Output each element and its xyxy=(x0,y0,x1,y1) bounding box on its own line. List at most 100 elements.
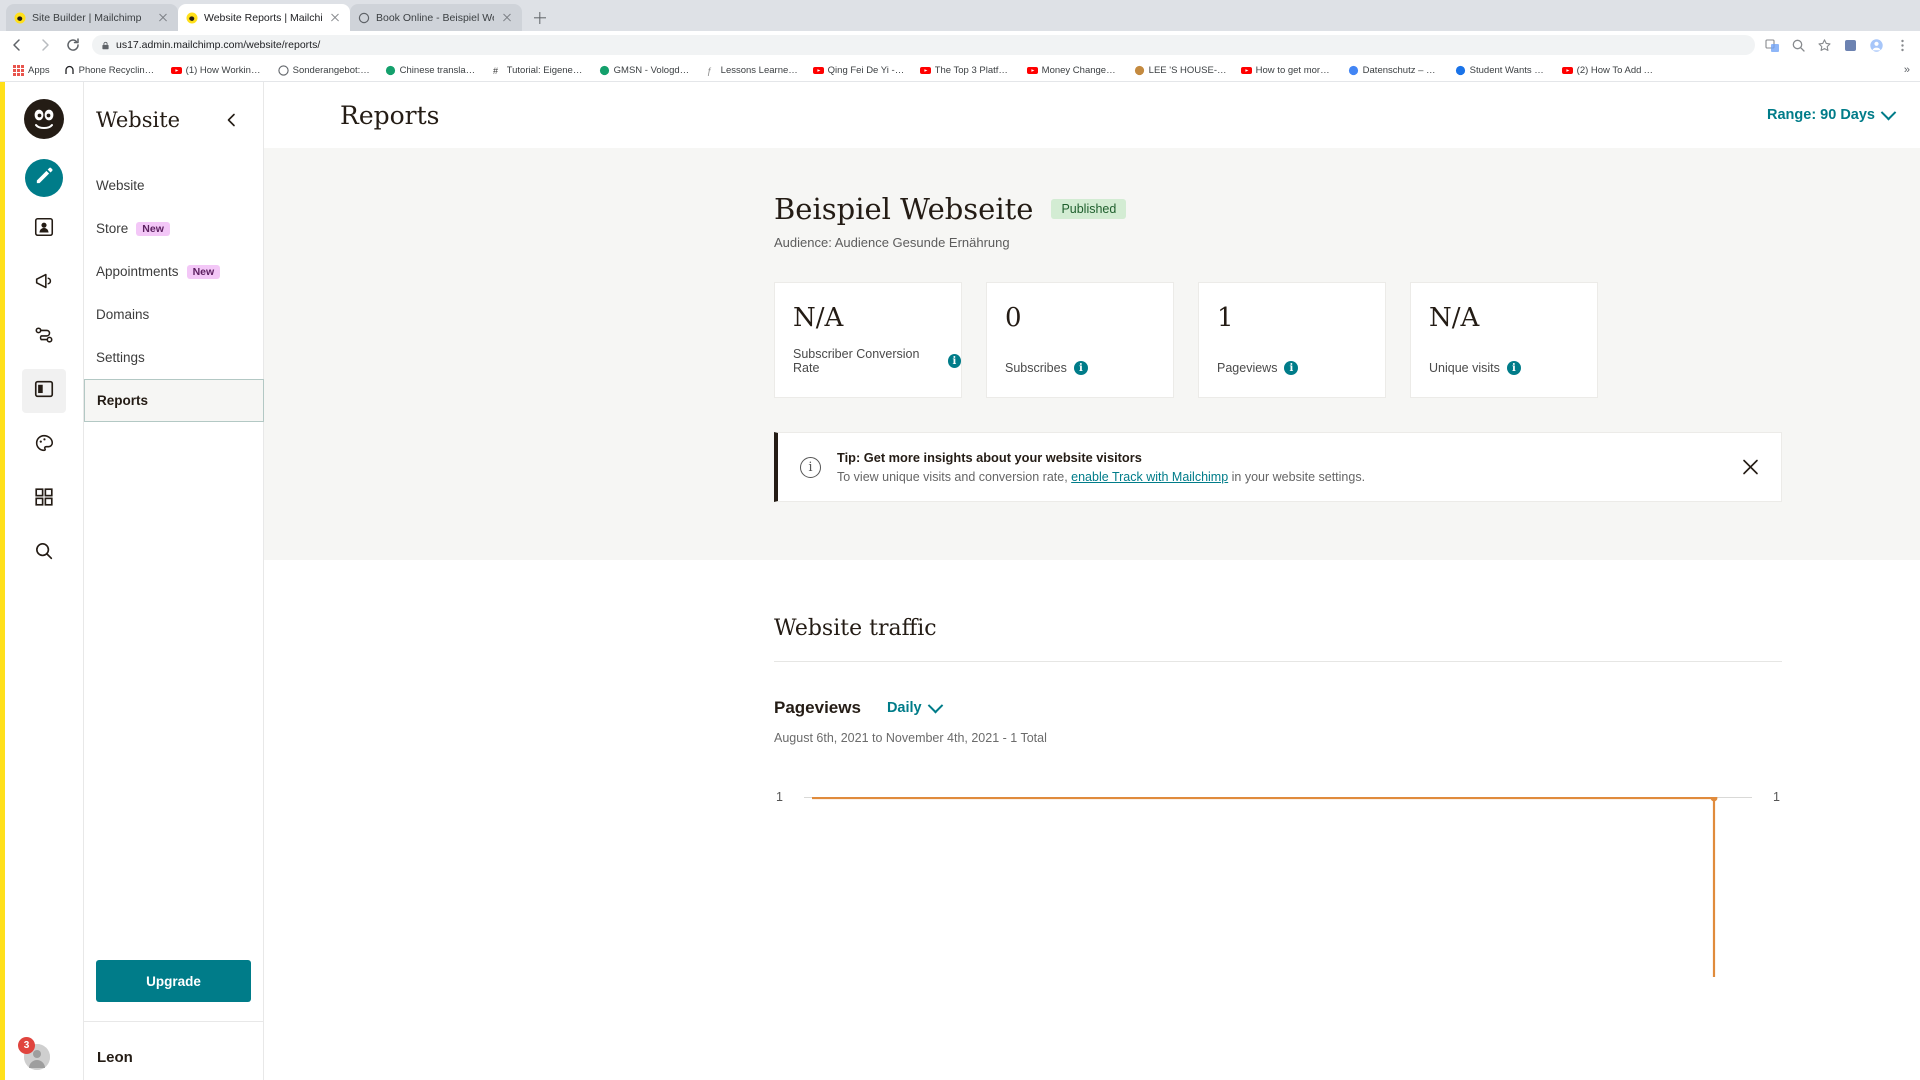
pageviews-chart[interactable]: 1 1 xyxy=(774,790,1782,977)
star-icon[interactable] xyxy=(1817,38,1832,53)
bookmark-item[interactable]: ƒ Lessons Learned f... xyxy=(699,60,806,80)
browser-tab-title: Site Builder | Mailchimp xyxy=(32,11,142,24)
chevron-down-icon xyxy=(1880,104,1897,120)
notification-badge[interactable]: 3 xyxy=(18,1037,35,1054)
bookmark-item[interactable]: Student Wants an... xyxy=(1448,60,1555,80)
browser-chrome: Site Builder | Mailchimp Website Reports… xyxy=(0,0,1920,82)
bookmark-label: Chinese translatio... xyxy=(399,64,478,76)
upgrade-button[interactable]: Upgrade xyxy=(96,960,251,1002)
sidebar-item-appointments[interactable]: Appointments New xyxy=(84,250,263,293)
sidebar-item-content-studio[interactable] xyxy=(22,423,66,467)
youtube-icon xyxy=(1026,65,1038,76)
bookmark-item[interactable]: Sonderangebot: I... xyxy=(271,60,378,80)
bookmark-item[interactable]: GMSN - Vologda,... xyxy=(592,60,699,80)
website-traffic-section: Website traffic Pageviews Daily August 6… xyxy=(264,560,1920,977)
mailchimp-icon xyxy=(14,12,26,24)
new-tab-button[interactable] xyxy=(526,4,554,31)
tip-body-after: in your website settings. xyxy=(1228,470,1366,484)
sidebar-item-website[interactable] xyxy=(21,369,66,413)
secondary-nav-title: Website xyxy=(96,108,181,132)
close-icon[interactable] xyxy=(500,11,514,25)
audience-label: Audience: Audience Gesunde Ernährung xyxy=(774,235,1010,250)
info-icon[interactable]: i xyxy=(1506,361,1521,375)
stat-label: Subscribes xyxy=(1005,361,1067,375)
bookmark-item[interactable]: Chinese translatio... xyxy=(378,60,485,80)
mailchimp-logo[interactable] xyxy=(23,98,65,140)
search-icon[interactable] xyxy=(1791,38,1806,53)
close-icon[interactable] xyxy=(328,11,342,25)
stat-label: Subscriber Conversion Rate xyxy=(793,347,920,375)
range-summary: August 6th, 2021 to November 4th, 2021 -… xyxy=(774,731,1047,745)
contacts-icon xyxy=(33,216,55,243)
bookmark-item[interactable]: The Top 3 Platfor... xyxy=(913,60,1020,80)
tip-body-before: To view unique visits and conversion rat… xyxy=(837,470,1072,484)
bookmark-item[interactable]: Money Changes E... xyxy=(1020,60,1127,80)
bookmark-item[interactable]: LEE 'S HOUSE--... xyxy=(1127,60,1234,80)
bookmark-item[interactable]: Datenschutz – Re... xyxy=(1341,60,1448,80)
screen: Site Builder | Mailchimp Website Reports… xyxy=(0,0,1920,1080)
bookmark-label: Money Changes E... xyxy=(1041,64,1120,76)
bookmark-label: Sonderangebot: I... xyxy=(292,64,371,76)
profile-icon[interactable] xyxy=(1869,38,1884,53)
sidebar-item-domains[interactable]: Domains xyxy=(84,293,263,336)
bookmark-label: LEE 'S HOUSE--... xyxy=(1148,64,1227,76)
sidebar-item-integrations[interactable] xyxy=(22,477,66,521)
sidebar-item-reports[interactable]: Reports xyxy=(84,379,264,422)
stat-value: 1 xyxy=(1217,303,1234,333)
close-icon[interactable] xyxy=(1742,459,1759,476)
site-icon: # xyxy=(492,65,503,76)
extensions-icon[interactable] xyxy=(1843,38,1858,53)
page-title: Reports xyxy=(340,100,440,130)
site-name: Beispiel Webseite xyxy=(774,192,1034,226)
bookmark-item[interactable]: (2) How To Add A... xyxy=(1555,60,1662,80)
secondary-nav: Website Website Store New Appointments N… xyxy=(84,82,264,1080)
stat-value: 0 xyxy=(1005,303,1022,333)
range-selector[interactable]: Range: 90 Days xyxy=(1767,104,1897,123)
youtube-icon xyxy=(1240,65,1252,76)
bookmark-item[interactable]: How to get more v... xyxy=(1234,60,1341,80)
sidebar-item-label: Reports xyxy=(97,393,149,408)
bookmark-item[interactable]: Qing Fei De Yi - Y... xyxy=(806,60,913,80)
close-icon[interactable] xyxy=(156,11,170,25)
sidebar-item-campaigns[interactable] xyxy=(22,261,66,305)
reload-icon[interactable] xyxy=(64,36,82,54)
info-icon[interactable]: i xyxy=(1073,361,1088,375)
lock-icon xyxy=(101,41,110,50)
translate-icon[interactable] xyxy=(1765,38,1780,53)
sidebar-item-create[interactable] xyxy=(24,159,63,197)
toolbar-actions xyxy=(1765,38,1912,53)
bookmark-item[interactable]: # Tutorial: Eigene Fa... xyxy=(485,60,592,80)
interval-dropdown[interactable]: Daily xyxy=(887,697,943,716)
bookmarks-overflow-button[interactable]: » xyxy=(1904,64,1914,76)
address-bar[interactable]: us17.admin.mailchimp.com/website/reports… xyxy=(92,35,1755,55)
browser-tab-2[interactable]: Book Online - Beispiel Webse xyxy=(350,4,522,31)
sidebar-item-label: Appointments xyxy=(96,264,179,279)
bookmark-item[interactable]: (1) How Working a... xyxy=(164,60,271,80)
stat-card: N/A Unique visits i xyxy=(1410,282,1598,398)
info-icon[interactable]: i xyxy=(947,354,961,368)
track-with-mailchimp-link[interactable]: enable Track with Mailchimp xyxy=(1071,470,1228,484)
bookmark-label: Tutorial: Eigene Fa... xyxy=(506,64,585,76)
info-icon[interactable]: i xyxy=(1284,361,1299,375)
forward-icon[interactable] xyxy=(36,36,54,54)
bookmark-label: Phone Recycling... xyxy=(78,64,157,76)
chevron-left-icon[interactable] xyxy=(223,111,241,129)
account-name[interactable]: Leon xyxy=(97,1049,133,1066)
browser-tab-1[interactable]: Website Reports | Mailchimp xyxy=(178,4,350,31)
site-icon xyxy=(385,65,396,76)
back-icon[interactable] xyxy=(8,36,26,54)
sidebar-item-settings[interactable]: Settings xyxy=(84,336,263,379)
bookmark-item[interactable]: Phone Recycling... xyxy=(57,60,164,80)
megaphone-icon xyxy=(33,270,55,297)
stat-card: 1 Pageviews i xyxy=(1198,282,1386,398)
sidebar-item-search[interactable] xyxy=(22,531,66,575)
sidebar-item-store[interactable]: Store New xyxy=(84,207,263,250)
bookmark-label: How to get more v... xyxy=(1255,64,1334,76)
chart-series xyxy=(812,797,1718,977)
sidebar-item-website[interactable]: Website xyxy=(84,164,263,207)
sidebar-item-audience[interactable] xyxy=(22,207,66,251)
menu-icon[interactable] xyxy=(1895,38,1910,53)
bookmark-item[interactable]: Apps xyxy=(6,60,57,80)
browser-tab-0[interactable]: Site Builder | Mailchimp xyxy=(6,4,178,31)
sidebar-item-automations[interactable] xyxy=(22,315,66,359)
